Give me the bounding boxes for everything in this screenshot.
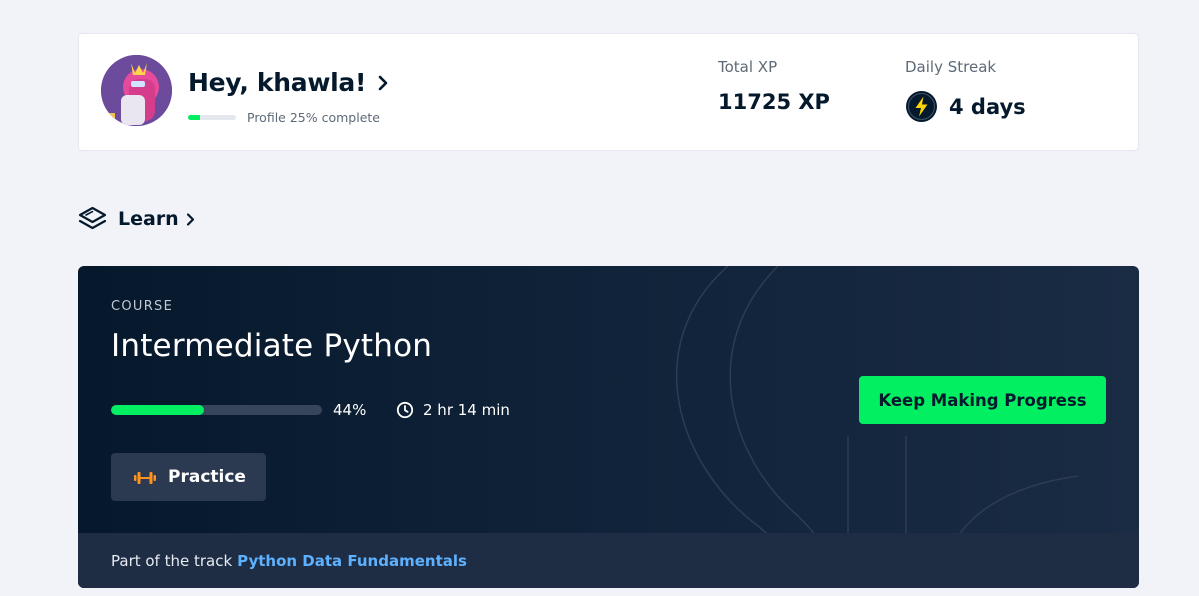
greeting-text: Hey, khawla! <box>188 68 367 97</box>
total-xp-stat: Total XP 11725 XP <box>718 58 830 114</box>
total-xp-number: 11725 XP <box>718 90 830 114</box>
profile-progress-label: Profile 25% complete <box>247 110 380 125</box>
course-time-remaining: 2 hr 14 min <box>396 401 510 419</box>
daily-streak-value: 4 days <box>905 90 1026 123</box>
course-type-label: COURSE <box>111 299 174 314</box>
lightning-bolt-icon <box>905 90 938 123</box>
keep-making-progress-button[interactable]: Keep Making Progress <box>859 376 1106 424</box>
profile-progress-bar <box>188 115 236 120</box>
course-progress-bar <box>111 405 322 415</box>
course-title: Intermediate Python <box>111 328 433 364</box>
profile-completion: Profile 25% complete <box>188 110 380 125</box>
avatar-illustration <box>101 55 172 126</box>
track-link[interactable]: Python Data Fundamentals <box>237 552 467 570</box>
avatar[interactable] <box>101 55 172 126</box>
clock-icon <box>396 401 414 419</box>
layers-icon <box>78 205 107 233</box>
course-progress-fill <box>111 405 204 415</box>
total-xp-value: 11725 XP <box>718 90 830 114</box>
daily-streak-number: 4 days <box>949 94 1026 119</box>
chevron-right-icon <box>185 212 196 227</box>
daily-streak-label: Daily Streak <box>905 58 997 76</box>
track-prefix-text: Part of the track <box>111 551 233 570</box>
profile-progress-fill <box>188 115 200 120</box>
total-xp-label: Total XP <box>718 58 778 76</box>
practice-button-label: Practice <box>168 467 246 487</box>
keep-making-progress-label: Keep Making Progress <box>878 390 1087 410</box>
course-track-footer: Part of the track Python Data Fundamenta… <box>78 533 1139 588</box>
learn-section-link[interactable]: Learn <box>78 205 196 233</box>
dumbbell-icon <box>133 470 157 484</box>
course-time-text: 2 hr 14 min <box>423 401 510 419</box>
practice-button[interactable]: Practice <box>111 453 266 501</box>
learn-heading: Learn <box>118 208 179 230</box>
chevron-right-icon <box>376 74 390 92</box>
greeting-link[interactable]: Hey, khawla! <box>188 68 390 97</box>
profile-summary-card: Hey, khawla! Profile 25% complete Total … <box>78 33 1139 151</box>
course-progress-percent: 44% <box>333 401 367 419</box>
daily-streak-stat: Daily Streak 4 days <box>905 58 1026 123</box>
course-card: COURSE Intermediate Python 44% 2 hr 14 m… <box>78 266 1139 588</box>
